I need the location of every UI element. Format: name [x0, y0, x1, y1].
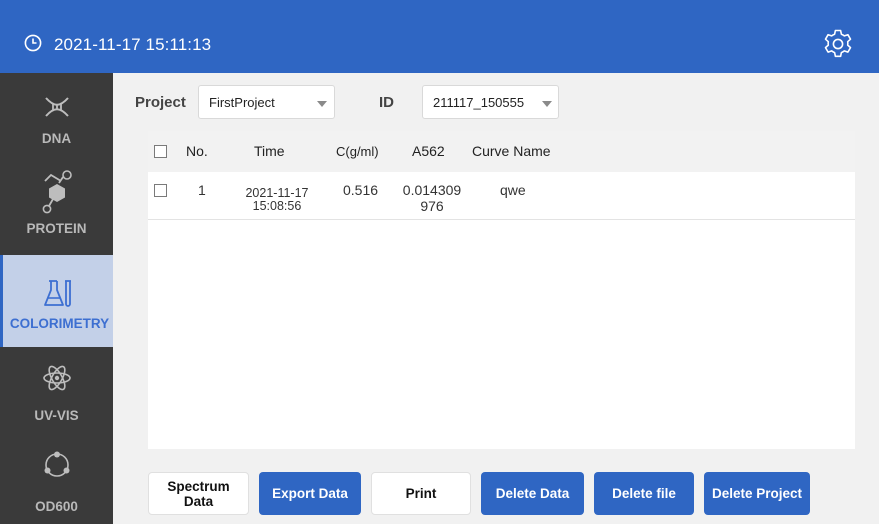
- id-select-value: 211117_150555: [433, 95, 525, 110]
- delete-data-button[interactable]: Delete Data: [481, 472, 584, 515]
- column-header-curve-name: Curve Name: [472, 143, 551, 159]
- atom-icon: [42, 365, 71, 391]
- cell-curve-name: qwe: [500, 182, 526, 198]
- main-panel: Project FirstProject ID 211117_150555 No…: [113, 73, 879, 524]
- select-all-checkbox[interactable]: [154, 145, 167, 158]
- table-header: No. Time C(g/ml) A562 Curve Name: [148, 131, 855, 172]
- spectrum-button-line2: Data: [183, 493, 214, 509]
- table-row[interactable]: 1 2021-11-17 15:08:56 0.516 0.014309 976…: [148, 172, 855, 220]
- sidebar-item-label: PROTEIN: [26, 221, 87, 236]
- row-checkbox[interactable]: [154, 184, 167, 197]
- column-header-no: No.: [186, 143, 208, 159]
- delete-file-button[interactable]: Delete file: [594, 472, 694, 515]
- cells-icon: [44, 451, 69, 477]
- sidebar-item-label: OD600: [35, 499, 78, 514]
- sidebar: DNA PROTEIN COLORIMETRY UV-VIS OD600: [0, 73, 113, 524]
- cell-a562: 0.014309 976: [400, 182, 464, 214]
- sidebar-item-label: UV-VIS: [34, 408, 79, 423]
- project-select[interactable]: FirstProject: [198, 85, 335, 119]
- cell-a562-line1: 0.014309: [402, 182, 462, 198]
- dna-icon: [44, 97, 69, 117]
- gear-icon[interactable]: [822, 28, 854, 60]
- datetime-display: 2021-11-17 15:11:13: [54, 35, 212, 54]
- cell-time-clock: 15:08:56: [252, 199, 302, 213]
- sidebar-item-protein[interactable]: PROTEIN: [0, 161, 113, 255]
- spectrum-data-button[interactable]: Spectrum Data: [148, 472, 249, 515]
- top-bar: 2021-11-17 15:11:13: [0, 0, 879, 73]
- sidebar-item-od600[interactable]: OD600: [0, 439, 113, 524]
- column-header-a562: A562: [412, 143, 445, 159]
- chevron-down-icon: [542, 101, 552, 107]
- cell-concentration: 0.516: [343, 182, 379, 198]
- column-header-concentration: C(g/ml): [336, 144, 379, 159]
- print-button[interactable]: Print: [371, 472, 471, 515]
- cell-no: 1: [198, 182, 206, 198]
- project-label: Project: [135, 94, 186, 111]
- sidebar-item-label: DNA: [41, 131, 72, 146]
- cell-a562-line2: 976: [420, 198, 444, 214]
- export-data-button[interactable]: Export Data: [259, 472, 361, 515]
- sidebar-item-colorimetry[interactable]: COLORIMETRY: [0, 255, 113, 347]
- project-select-value: FirstProject: [209, 95, 275, 110]
- sidebar-item-label: COLORIMETRY: [9, 316, 110, 331]
- id-select[interactable]: 211117_150555: [422, 85, 559, 119]
- protein-icon: [42, 170, 72, 214]
- flask-icon: [44, 280, 71, 307]
- clock-icon: [24, 34, 42, 52]
- data-table: No. Time C(g/ml) A562 Curve Name 1 2021-…: [148, 131, 855, 449]
- cell-time: 2021-11-17 15:08:56: [240, 187, 314, 213]
- sidebar-item-uv-vis[interactable]: UV-VIS: [0, 347, 113, 439]
- sidebar-item-dna[interactable]: DNA: [0, 73, 113, 161]
- delete-project-button[interactable]: Delete Project: [704, 472, 810, 515]
- spectrum-button-line1: Spectrum: [167, 478, 230, 494]
- chevron-down-icon: [317, 101, 327, 107]
- id-label: ID: [379, 94, 394, 111]
- column-header-time: Time: [254, 143, 285, 159]
